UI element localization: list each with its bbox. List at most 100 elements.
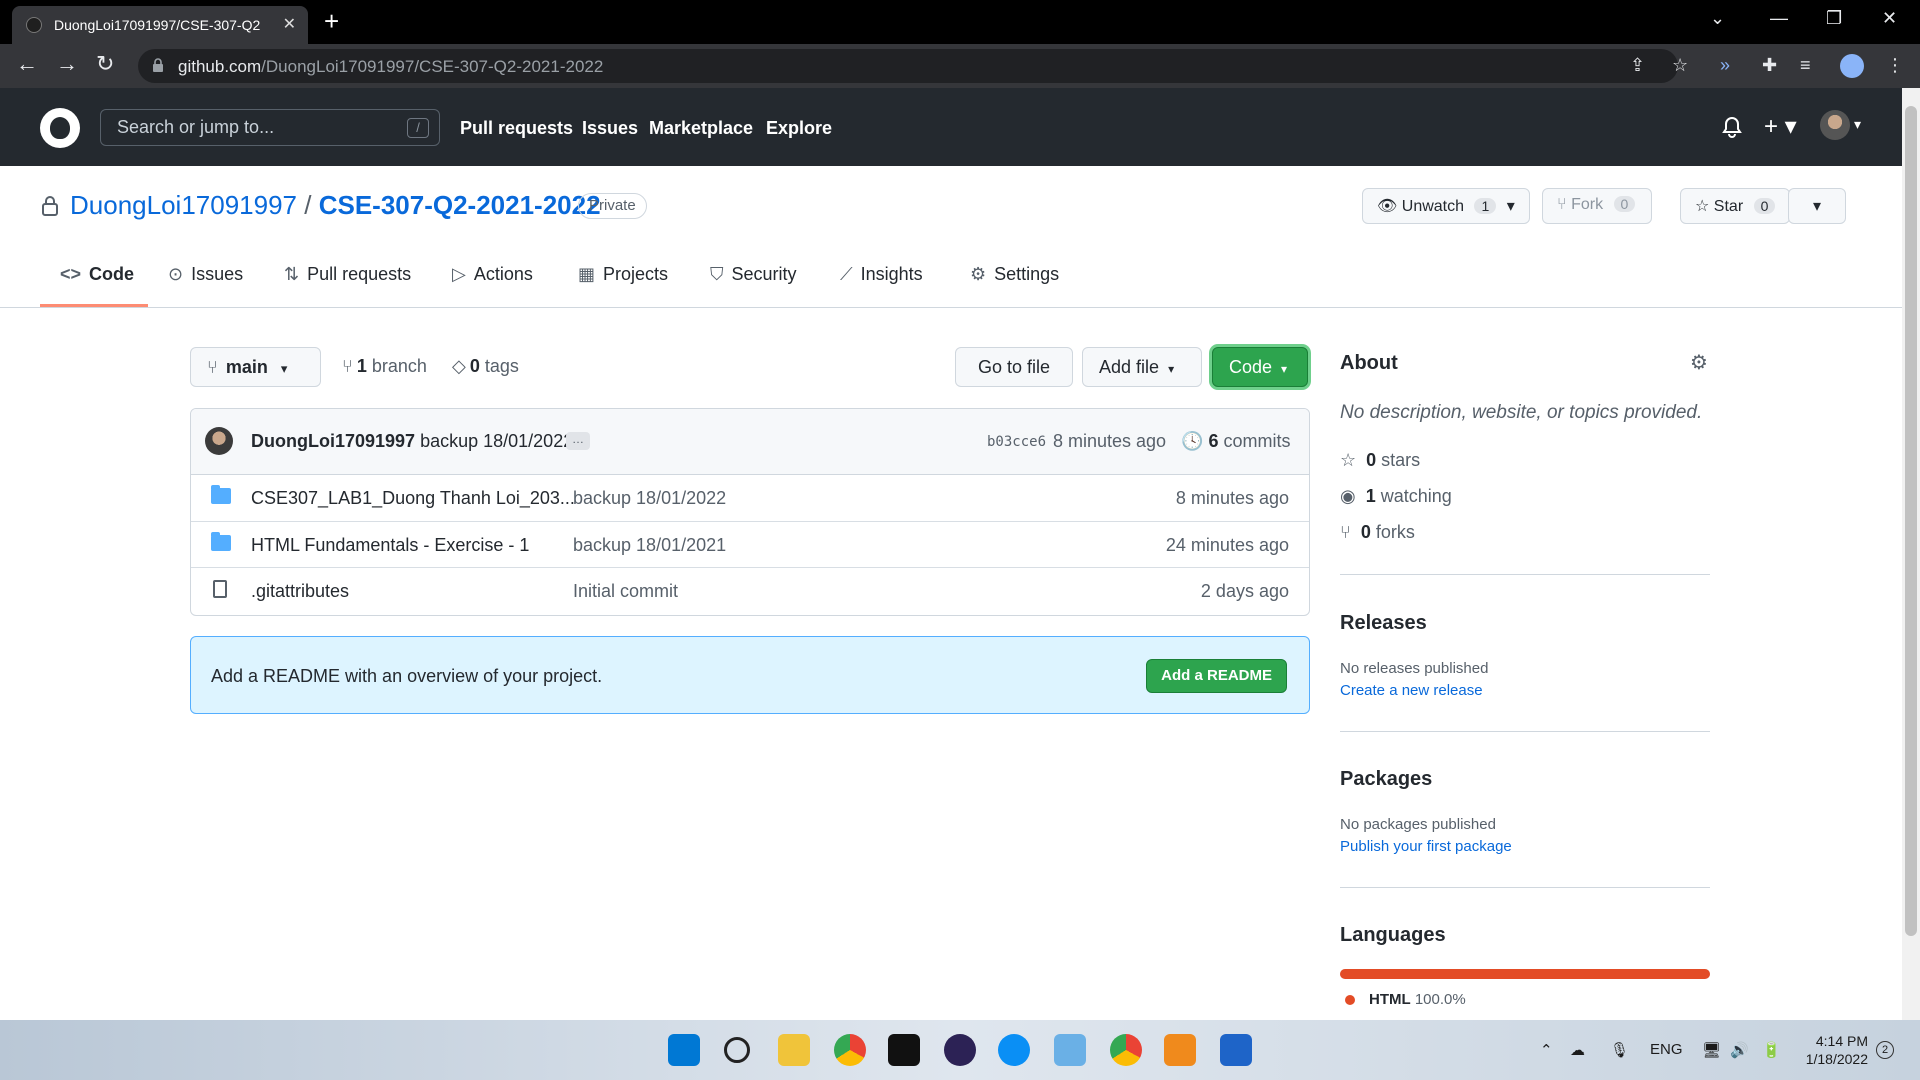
unwatch-button[interactable]: 👁 Unwatch 1 ▾	[1362, 188, 1530, 224]
publish-package-link[interactable]: Publish your first package	[1340, 838, 1512, 855]
create-new-plus-icon[interactable]: + ▾	[1764, 112, 1797, 141]
media-app-icon[interactable]	[1220, 1034, 1252, 1066]
tab-insights[interactable]: ⟋ Insights	[840, 264, 923, 285]
github-logo-icon[interactable]	[40, 108, 80, 148]
tab-settings[interactable]: ⚙ Settings	[970, 264, 1059, 285]
create-release-link[interactable]: Create a new release	[1340, 682, 1483, 699]
code-dropdown-button[interactable]: Code ▾	[1212, 347, 1308, 387]
file-commit-message[interactable]: backup 18/01/2021	[573, 535, 726, 556]
microphone-icon[interactable]: 🎙	[1610, 1041, 1629, 1059]
file-row[interactable]: CSE307_LAB1_Duong Thanh Loi_203... backu…	[191, 475, 1309, 521]
notification-count-badge[interactable]: 2	[1876, 1041, 1894, 1059]
tags-link[interactable]: ◇ 0 tags	[452, 356, 519, 377]
file-name[interactable]: CSE307_LAB1_Duong Thanh Loi_203...	[251, 488, 575, 509]
star-list-dropdown[interactable]: ▾	[1788, 188, 1846, 224]
commit-message[interactable]: backup 18/01/2022	[420, 431, 573, 451]
star-button[interactable]: ☆ Star 0	[1680, 188, 1790, 224]
file-name[interactable]: HTML Fundamentals - Exercise - 1	[251, 535, 529, 556]
back-icon[interactable]: ←	[16, 53, 38, 75]
taskbar-clock[interactable]: 4:14 PM 1/18/2022	[1802, 1032, 1868, 1068]
file-explorer-icon[interactable]	[778, 1034, 810, 1066]
file-row[interactable]: .gitattributes Initial commit 2 days ago	[191, 567, 1309, 613]
scrollbar-thumb[interactable]	[1905, 106, 1917, 936]
chrome-active-icon[interactable]	[1110, 1034, 1142, 1066]
network-icon[interactable]: 🖥	[1702, 1041, 1721, 1059]
extension-icon[interactable]: »	[1720, 55, 1730, 76]
branches-link[interactable]: ⑂ 1 branch	[342, 356, 427, 377]
packages-heading[interactable]: Packages	[1340, 768, 1432, 791]
go-to-file-button[interactable]: Go to file	[955, 347, 1073, 387]
nav-pull-requests[interactable]: Pull requests	[460, 118, 573, 139]
file-commit-message[interactable]: Initial commit	[573, 581, 678, 602]
onedrive-cloud-icon[interactable]: ☁	[1570, 1041, 1585, 1059]
user-avatar[interactable]	[1820, 110, 1850, 140]
add-file-chevron-icon: ▾	[1168, 362, 1175, 376]
add-readme-button[interactable]: Add a README	[1146, 659, 1287, 693]
file-row[interactable]: HTML Fundamentals - Exercise - 1 backup …	[191, 521, 1309, 567]
minimize-button[interactable]: —	[1770, 8, 1788, 29]
restore-button[interactable]: ❐	[1826, 8, 1842, 29]
page-scrollbar[interactable]	[1902, 88, 1920, 1020]
tab-actions[interactable]: ▷ Actions	[452, 264, 533, 285]
battery-icon[interactable]: 🔋	[1762, 1041, 1781, 1059]
nav-marketplace[interactable]: Marketplace	[649, 118, 753, 139]
new-tab-button[interactable]: +	[324, 6, 339, 37]
app-cube-icon[interactable]	[1054, 1034, 1086, 1066]
search-shortcut-hint: /	[407, 118, 429, 138]
tab-issues[interactable]: ⊙ Issues	[168, 264, 243, 285]
commit-author[interactable]: DuongLoi17091997	[251, 431, 415, 451]
tray-chevron-up-icon[interactable]: ⌃	[1540, 1041, 1553, 1059]
address-bar[interactable]: github.com/DuongLoi17091997/CSE-307-Q2-2…	[138, 49, 1678, 83]
watching-link[interactable]: ◉ 1 watching	[1340, 486, 1452, 507]
releases-heading[interactable]: Releases	[1340, 612, 1427, 635]
tab-code[interactable]: <> Code	[60, 264, 134, 285]
commits-history-link[interactable]: 🕓 6 commits	[1181, 431, 1290, 452]
start-windows-icon[interactable]	[668, 1034, 700, 1066]
file-name[interactable]: .gitattributes	[251, 581, 349, 602]
bookmark-star-icon[interactable]: ☆	[1672, 55, 1688, 76]
input-language[interactable]: ENG	[1650, 1041, 1683, 1058]
nav-explore[interactable]: Explore	[766, 118, 832, 139]
game-app-icon[interactable]	[888, 1034, 920, 1066]
zalo-icon[interactable]	[998, 1034, 1030, 1066]
add-file-button[interactable]: Add file ▾	[1082, 347, 1202, 387]
file-commit-message[interactable]: backup 18/01/2022	[573, 488, 726, 509]
user-menu-chevron-icon[interactable]: ▾	[1854, 116, 1861, 133]
share-icon[interactable]: ⇪	[1630, 55, 1645, 76]
branch-select-button[interactable]: ⑂ main ▾	[190, 347, 321, 387]
forks-link[interactable]: ⑂ 0 forks	[1340, 522, 1415, 543]
chrome-icon[interactable]	[834, 1034, 866, 1066]
fork-button[interactable]: ⑂ Fork 0	[1542, 188, 1652, 224]
pdf-app-icon[interactable]	[1164, 1034, 1196, 1066]
commit-author-avatar[interactable]	[205, 427, 233, 455]
nav-issues[interactable]: Issues	[582, 118, 638, 139]
puzzle-icon[interactable]: ✚	[1762, 55, 1777, 76]
forward-icon[interactable]: →	[56, 53, 78, 75]
search-taskbar-icon[interactable]	[724, 1037, 750, 1063]
code-button-label: Code	[1229, 357, 1273, 377]
tab-security[interactable]: ⛉ Security	[710, 264, 797, 285]
repo-owner-link[interactable]: DuongLoi17091997	[70, 190, 297, 220]
stars-link[interactable]: ☆ 0 stars	[1340, 450, 1420, 471]
eclipse-icon[interactable]	[944, 1034, 976, 1066]
gear-icon: ⚙	[970, 264, 987, 284]
tab-projects[interactable]: ▦ Projects	[578, 264, 668, 285]
profile-avatar[interactable]	[1840, 54, 1864, 78]
repo-name-link[interactable]: CSE-307-Q2-2021-2022	[319, 190, 601, 220]
about-settings-gear-icon[interactable]: ⚙	[1690, 350, 1708, 375]
notifications-bell-icon[interactable]	[1722, 116, 1742, 138]
search-input[interactable]: Search or jump to... /	[100, 109, 440, 146]
code-chevron-icon: ▾	[1281, 362, 1288, 376]
commit-expand-ellipsis[interactable]: …	[566, 432, 590, 450]
volume-icon[interactable]: 🔊	[1730, 1041, 1749, 1059]
tab-pull-requests[interactable]: ⇅ Pull requests	[284, 264, 411, 285]
commit-sha[interactable]: b03cce6	[987, 434, 1046, 450]
close-window-button[interactable]: ✕	[1882, 8, 1897, 29]
language-entry[interactable]: HTML 100.0%	[1369, 991, 1466, 1008]
close-tab-icon[interactable]: ✕	[283, 14, 296, 34]
reload-icon[interactable]: ↻	[96, 53, 114, 75]
browser-tab[interactable]: DuongLoi17091997/CSE-307-Q2 ✕	[12, 6, 308, 44]
reading-list-icon[interactable]: ≡	[1800, 55, 1811, 76]
tab-search-icon[interactable]: ⌄	[1710, 8, 1725, 29]
menu-kebab-icon[interactable]: ⋮	[1886, 55, 1904, 76]
